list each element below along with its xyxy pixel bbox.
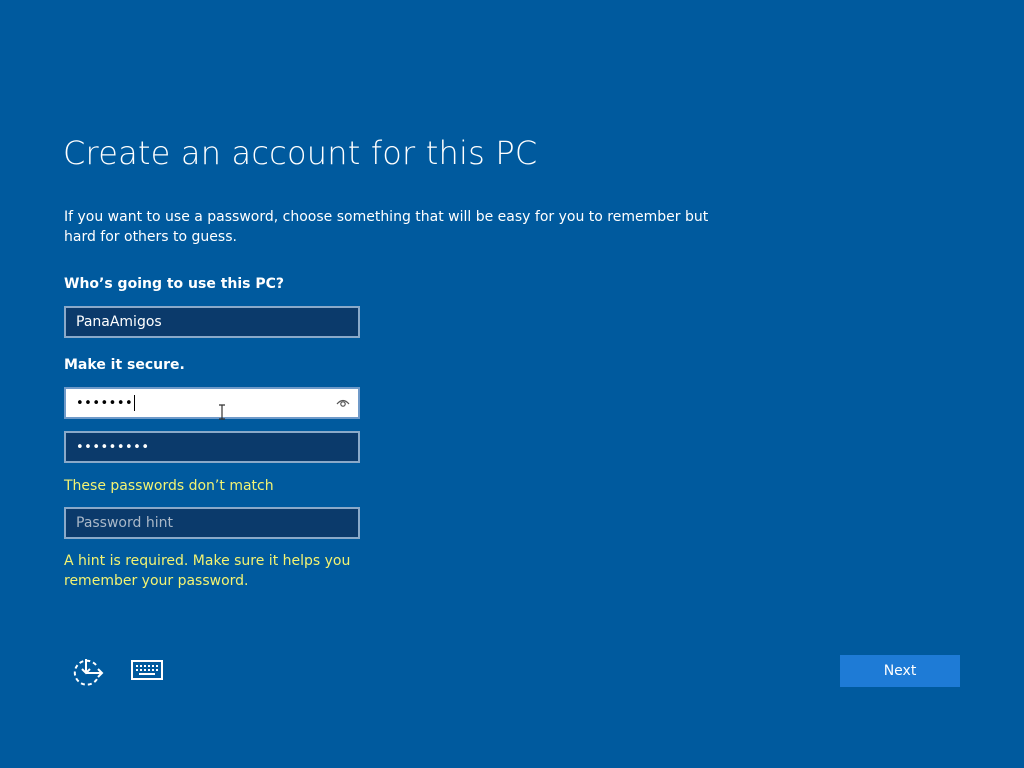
password-hint-field[interactable]: Password hint: [64, 507, 360, 539]
password-mismatch-error: These passwords don’t match: [64, 478, 274, 494]
confirm-password-field[interactable]: •••••••••: [64, 431, 360, 463]
confirm-password-value: •••••••••: [76, 440, 150, 455]
reveal-password-icon[interactable]: [336, 396, 350, 410]
text-caret: [134, 395, 136, 411]
page-title: Create an account for this PC: [63, 134, 538, 172]
secure-label: Make it secure.: [64, 357, 185, 373]
keyboard-icon[interactable]: [131, 660, 163, 680]
next-button[interactable]: Next: [840, 655, 960, 687]
i-beam-cursor-icon: [219, 404, 225, 420]
hint-required-error: A hint is required. Make sure it helps y…: [64, 553, 351, 589]
page-description: If you want to use a password, choose so…: [64, 209, 709, 245]
password-field[interactable]: •••••••: [64, 387, 360, 419]
username-field[interactable]: PanaAmigos: [64, 306, 360, 338]
password-value: •••••••: [76, 396, 134, 411]
username-value: PanaAmigos: [76, 314, 162, 330]
password-hint-placeholder: Password hint: [76, 515, 173, 531]
username-label: Who’s going to use this PC?: [64, 276, 285, 292]
ease-of-access-icon[interactable]: [70, 655, 106, 687]
